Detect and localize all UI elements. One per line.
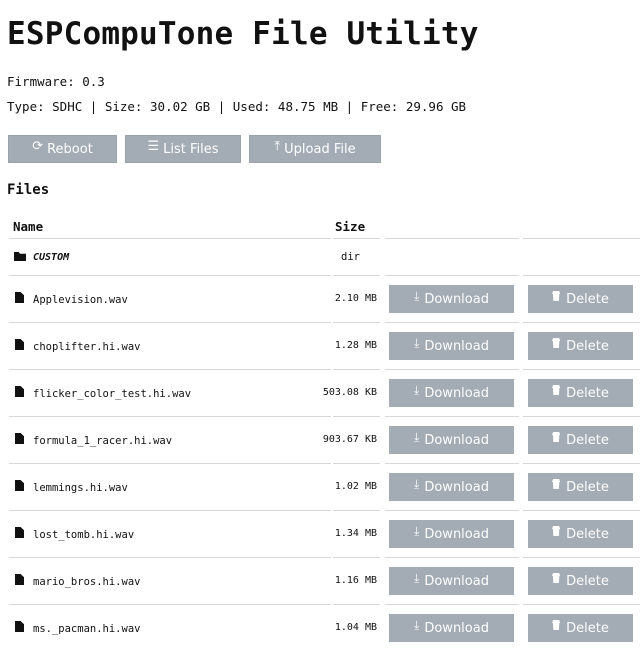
delete-button-label: Delete bbox=[566, 385, 609, 401]
delete-button-label: Delete bbox=[566, 432, 609, 448]
storage-stats: Type: SDHC | Size: 30.02 GB | Used: 48.7… bbox=[7, 99, 467, 114]
list-files-button-label: List Files bbox=[163, 141, 219, 157]
list-files-button[interactable]: ☰ List Files bbox=[125, 135, 241, 163]
delete-button[interactable]: Delete bbox=[528, 426, 633, 454]
file-size: 2.10 MB bbox=[334, 293, 377, 304]
table-row: CUSTOM dir bbox=[0, 239, 640, 275]
reboot-button-label: Reboot bbox=[47, 141, 93, 157]
download-button-label: Download bbox=[424, 338, 489, 354]
page-title: ESPCompuTone File Utility bbox=[7, 16, 479, 52]
table-row: lost_tomb.hi.wav 1.34 MB ⤓ Download Delete bbox=[0, 510, 640, 557]
file-size: 1.04 MB bbox=[334, 622, 377, 633]
file-icon bbox=[15, 386, 24, 397]
trash-icon bbox=[552, 432, 561, 442]
download-button[interactable]: ⤓ Download bbox=[389, 285, 514, 313]
file-icon bbox=[15, 433, 24, 444]
download-button[interactable]: ⤓ Download bbox=[389, 426, 514, 454]
file-name: mario_bros.hi.wav bbox=[33, 576, 141, 588]
table-row: mario_bros.hi.wav 1.16 MB ⤓ Download Delete bbox=[0, 557, 640, 604]
download-button-label: Download bbox=[424, 479, 489, 495]
download-button[interactable]: ⤓ Download bbox=[389, 567, 514, 595]
download-button-label: Download bbox=[424, 432, 489, 448]
download-icon: ⤓ bbox=[414, 570, 420, 585]
trash-icon bbox=[552, 479, 561, 489]
file-name: flicker_color_test.hi.wav bbox=[33, 388, 192, 400]
delete-button[interactable]: Delete bbox=[528, 520, 633, 548]
file-name: Applevision.wav bbox=[33, 294, 128, 306]
delete-button-label: Delete bbox=[566, 291, 609, 307]
file-size: dir bbox=[341, 251, 360, 263]
download-icon: ⤓ bbox=[414, 382, 420, 397]
file-name: lemmings.hi.wav bbox=[33, 482, 128, 494]
list-icon: ☰ bbox=[147, 138, 160, 154]
trash-icon bbox=[552, 385, 561, 395]
download-button-label: Download bbox=[424, 573, 489, 589]
upload-icon: ⤒ bbox=[274, 138, 281, 154]
delete-button[interactable]: Delete bbox=[528, 332, 633, 360]
delete-button-label: Delete bbox=[566, 479, 609, 495]
download-button-label: Download bbox=[424, 291, 489, 307]
delete-button[interactable]: Delete bbox=[528, 285, 633, 313]
download-icon: ⤓ bbox=[414, 476, 420, 491]
download-button[interactable]: ⤓ Download bbox=[389, 379, 514, 407]
file-icon bbox=[15, 339, 24, 350]
column-header-size: Size bbox=[335, 219, 366, 234]
trash-icon bbox=[552, 573, 561, 583]
download-button[interactable]: ⤓ Download bbox=[389, 473, 514, 501]
download-button-label: Download bbox=[424, 526, 489, 542]
trash-icon bbox=[552, 620, 561, 630]
file-name: lost_tomb.hi.wav bbox=[33, 529, 135, 541]
download-icon: ⤓ bbox=[414, 617, 420, 632]
file-size: 503.08 KB bbox=[322, 387, 377, 398]
file-icon bbox=[15, 292, 24, 303]
file-name: ms._pacman.hi.wav bbox=[33, 623, 141, 635]
download-icon: ⤓ bbox=[414, 429, 420, 444]
delete-button[interactable]: Delete bbox=[528, 379, 633, 407]
download-button-label: Download bbox=[424, 620, 489, 636]
download-icon: ⤓ bbox=[414, 335, 420, 350]
table-row: lemmings.hi.wav 1.02 MB ⤓ Download Delete bbox=[0, 463, 640, 510]
reboot-button[interactable]: ⟳ Reboot bbox=[8, 135, 117, 163]
files-heading: Files bbox=[7, 182, 50, 198]
folder-name[interactable]: CUSTOM bbox=[33, 252, 69, 263]
firmware-version: Firmware: 0.3 bbox=[7, 74, 105, 89]
file-size: 1.28 MB bbox=[334, 340, 377, 351]
column-header-name: Name bbox=[13, 219, 44, 234]
trash-icon bbox=[552, 526, 561, 536]
delete-button[interactable]: Delete bbox=[528, 614, 633, 642]
folder-icon bbox=[14, 252, 26, 261]
upload-file-button-label: Upload File bbox=[284, 141, 356, 157]
file-name: formula_1_racer.hi.wav bbox=[33, 435, 173, 447]
table-row: choplifter.hi.wav 1.28 MB ⤓ Download Delete bbox=[0, 322, 640, 369]
file-icon bbox=[15, 621, 24, 632]
delete-button[interactable]: Delete bbox=[528, 567, 633, 595]
table-row: formula_1_racer.hi.wav 903.67 KB ⤓ Download… bbox=[0, 416, 640, 463]
refresh-icon: ⟳ bbox=[32, 138, 44, 154]
delete-button-label: Delete bbox=[566, 573, 609, 589]
delete-button-label: Delete bbox=[566, 338, 609, 354]
file-name: choplifter.hi.wav bbox=[33, 341, 141, 353]
download-button[interactable]: ⤓ Download bbox=[389, 520, 514, 548]
table-row: flicker_color_test.hi.wav 503.08 KB ⤓ Downl… bbox=[0, 369, 640, 416]
file-icon bbox=[15, 480, 24, 491]
file-size: 1.34 MB bbox=[334, 528, 377, 539]
file-size: 903.67 KB bbox=[322, 434, 377, 445]
delete-button[interactable]: Delete bbox=[528, 473, 633, 501]
file-icon bbox=[15, 574, 24, 585]
table-row: Applevision.wav 2.10 MB ⤓ Download Delete bbox=[0, 275, 640, 322]
table-row: ms._pacman.hi.wav 1.04 MB ⤓ Download Delete bbox=[0, 604, 640, 648]
delete-button-label: Delete bbox=[566, 526, 609, 542]
trash-icon bbox=[552, 338, 561, 348]
download-button-label: Download bbox=[424, 385, 489, 401]
download-button[interactable]: ⤓ Download bbox=[389, 332, 514, 360]
download-button[interactable]: ⤓ Download bbox=[389, 614, 514, 642]
file-size: 1.02 MB bbox=[334, 481, 377, 492]
trash-icon bbox=[552, 291, 561, 301]
download-icon: ⤓ bbox=[414, 288, 420, 303]
upload-file-button[interactable]: ⤒ Upload File bbox=[249, 135, 381, 163]
download-icon: ⤓ bbox=[414, 523, 420, 538]
delete-button-label: Delete bbox=[566, 620, 609, 636]
file-icon bbox=[15, 527, 24, 538]
file-size: 1.16 MB bbox=[334, 575, 377, 586]
